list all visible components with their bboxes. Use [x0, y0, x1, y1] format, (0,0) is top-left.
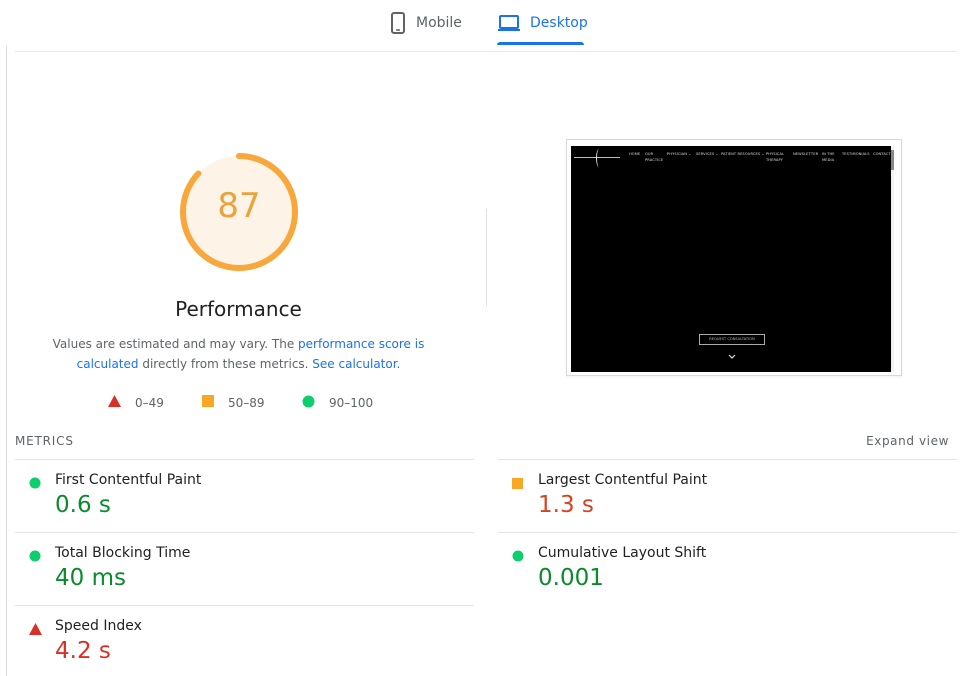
fail-triangle-icon	[29, 620, 42, 639]
metric-speed-index: Speed Index 4.2 s	[15, 605, 474, 676]
metric-title: Speed Index	[55, 618, 142, 634]
section-divider	[486, 209, 487, 306]
see-calculator-link[interactable]: See calculator.	[312, 357, 400, 371]
site-nav-item: PATIENT RESOURCES ⌄	[721, 152, 765, 156]
metric-largest-contentful-paint: Largest Contentful Paint 1.3 s	[498, 459, 957, 532]
device-tabs: Mobile Desktop	[0, 0, 961, 46]
laptop-icon	[497, 14, 521, 32]
final-screenshot: HOME OUR PRACTICE PHYSICIAN ⌄ SERVICES ⌄…	[571, 146, 894, 372]
pass-circle-icon	[29, 547, 41, 566]
metrics-header: METRICS Expand view	[15, 434, 949, 450]
phone-icon	[389, 12, 407, 34]
metric-title: Total Blocking Time	[55, 545, 191, 561]
performance-score: 87	[217, 186, 261, 226]
tab-desktop[interactable]: Desktop	[497, 0, 588, 46]
desc-text-1: Values are estimated and may vary. The	[52, 337, 299, 351]
legend-average-label: 50–89	[228, 395, 265, 410]
tab-mobile[interactable]: Mobile	[389, 0, 462, 46]
site-logo	[574, 149, 624, 167]
metric-value: 0.6 s	[55, 492, 111, 518]
chevron-down-icon	[728, 354, 736, 359]
site-nav-item: TESTIMONIALS	[842, 152, 870, 156]
site-nav-item: NEWSLETTER	[793, 152, 819, 156]
performance-title: Performance	[175, 297, 302, 321]
legend-fail: 0–49	[108, 395, 164, 410]
site-nav-item: PHYSICAL THERAPY	[766, 152, 785, 162]
metric-first-contentful-paint: First Contentful Paint 0.6 s	[15, 459, 474, 532]
site-nav-item: SERVICES ⌄	[696, 152, 719, 156]
site-nav-item: IN THE MEDIA	[822, 152, 835, 162]
average-square-icon	[512, 474, 523, 493]
final-screenshot-frame[interactable]: HOME OUR PRACTICE PHYSICIAN ⌄ SERVICES ⌄…	[566, 139, 902, 376]
legend-average: 50–89	[202, 395, 265, 410]
tab-mobile-label: Mobile	[416, 15, 462, 31]
site-nav-item: PHYSICIAN ⌄	[667, 152, 692, 156]
site-nav-item: HOME	[629, 152, 641, 156]
triangle-icon	[108, 395, 121, 410]
metric-cumulative-layout-shift: Cumulative Layout Shift 0.001	[498, 532, 957, 605]
performance-description: Values are estimated and may vary. The p…	[40, 334, 437, 374]
site-nav-item: OUR PRACTICE	[645, 152, 664, 162]
metric-title: Cumulative Layout Shift	[538, 545, 707, 561]
expand-view-button[interactable]: Expand view	[866, 434, 949, 448]
desc-text-2: directly from these metrics.	[138, 357, 313, 371]
circle-icon	[302, 395, 315, 411]
legend-fail-label: 0–49	[135, 395, 164, 410]
active-tab-indicator	[497, 42, 584, 45]
legend-pass-label: 90–100	[329, 396, 374, 410]
metric-value: 4.2 s	[55, 638, 111, 664]
legend-pass: 90–100	[302, 395, 373, 411]
metric-title: First Contentful Paint	[55, 472, 202, 488]
pass-circle-icon	[512, 547, 524, 566]
metric-title: Largest Contentful Paint	[538, 472, 708, 488]
metric-value: 40 ms	[55, 565, 126, 591]
site-scrollbar	[891, 146, 894, 372]
pass-circle-icon	[29, 474, 41, 493]
metric-value: 1.3 s	[538, 492, 594, 518]
left-border	[6, 46, 7, 676]
tabs-divider	[15, 51, 957, 52]
site-nav-item: CONTACT	[873, 152, 891, 156]
square-icon	[202, 395, 214, 410]
metrics-label: METRICS	[15, 434, 74, 448]
site-cta-button: REQUEST CONSULTATION	[699, 334, 765, 345]
metric-value: 0.001	[538, 565, 604, 591]
metric-total-blocking-time: Total Blocking Time 40 ms	[15, 532, 474, 605]
tab-desktop-label: Desktop	[530, 15, 588, 31]
